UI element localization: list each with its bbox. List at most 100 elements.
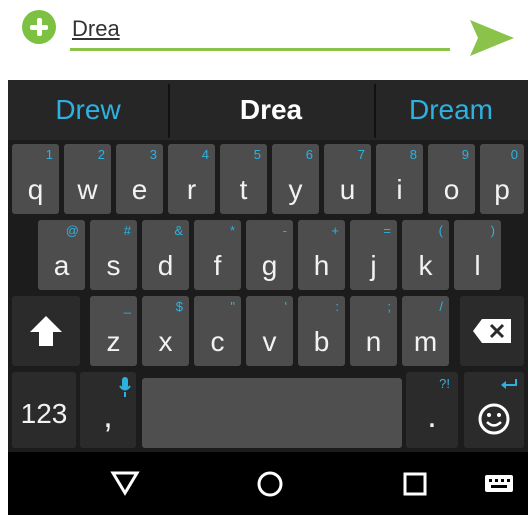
key-i[interactable]: 8i <box>376 144 423 214</box>
key-label: r <box>186 174 197 205</box>
key-label: l <box>474 250 481 281</box>
key-hint: @ <box>65 223 79 238</box>
key-hint: 5 <box>253 147 261 162</box>
key-hint: 6 <box>305 147 313 162</box>
message-text: Drea <box>72 16 120 41</box>
key-label: y <box>288 174 303 205</box>
key-label: k <box>418 250 433 281</box>
send-arrow-icon[interactable] <box>468 18 516 58</box>
backspace-icon <box>473 319 511 343</box>
soft-keyboard: Drew Drea Dream 1q 2w 3e 4r 5t 6y 7u 8i … <box>8 80 528 515</box>
key-label: c <box>210 326 225 357</box>
suggestion-right[interactable]: Dream <box>374 86 528 134</box>
key-r[interactable]: 4r <box>168 144 215 214</box>
key-label: q <box>27 174 44 205</box>
key-label: v <box>262 326 277 357</box>
key-h[interactable]: + h <box>298 220 345 290</box>
key-hint: 9 <box>461 147 469 162</box>
key-hint: 7 <box>357 147 365 162</box>
key-label: f <box>213 250 222 281</box>
key-p[interactable]: 0p <box>480 144 524 214</box>
key-g[interactable]: -g <box>246 220 293 290</box>
key-hint: " <box>230 299 235 314</box>
emoji-face-icon <box>478 403 510 435</box>
key-hint: ' <box>284 299 287 314</box>
key-o[interactable]: 9o <box>428 144 475 214</box>
key-u[interactable]: 7u <box>324 144 371 214</box>
key-hint: 0 <box>510 147 518 162</box>
key-e[interactable]: 3e <box>116 144 163 214</box>
key-hint: / <box>439 299 443 314</box>
key-s[interactable]: # s <box>90 220 137 290</box>
period-key[interactable]: ?! . <box>406 372 458 448</box>
space-bar[interactable] <box>142 378 402 448</box>
key-label: 123 <box>20 398 68 429</box>
key-hint: 8 <box>409 147 417 162</box>
keyboard-switch-icon[interactable] <box>484 474 514 496</box>
recents-square-icon[interactable] <box>402 472 428 496</box>
key-d[interactable]: & d <box>142 220 189 290</box>
key-label: d <box>157 250 174 281</box>
key-j[interactable]: = j <box>350 220 397 290</box>
shift-key[interactable] <box>12 296 80 366</box>
key-k[interactable]: (k <box>402 220 449 290</box>
key-label: t <box>239 174 248 205</box>
key-hint: = <box>383 223 391 238</box>
key-hint: : <box>335 299 339 314</box>
key-label: j <box>370 250 377 281</box>
key-hint: & <box>174 223 183 238</box>
key-hint: # <box>123 223 131 238</box>
key-label: h <box>313 250 330 281</box>
key-label: b <box>313 326 330 357</box>
compose-bar: Drea <box>0 0 532 76</box>
key-label: , <box>103 397 113 435</box>
key-label: g <box>261 250 278 281</box>
key-hint: 2 <box>97 147 105 162</box>
back-triangle-icon[interactable] <box>110 470 140 496</box>
microphone-icon <box>119 377 131 397</box>
key-hint: + <box>331 223 339 238</box>
key-b[interactable]: :b <box>298 296 345 366</box>
key-x[interactable]: $ x <box>142 296 189 366</box>
key-hint: ?! <box>439 376 450 391</box>
key-label: x <box>158 326 173 357</box>
key-label: s <box>106 250 121 281</box>
key-hint: ; <box>387 299 391 314</box>
suggestion-left[interactable]: Drew <box>8 86 168 134</box>
key-hint: ) <box>490 223 495 238</box>
key-l[interactable]: ) l <box>454 220 501 290</box>
suggestion-center[interactable]: Drea <box>168 86 374 134</box>
home-circle-icon[interactable] <box>256 470 284 498</box>
enter-arrow-icon <box>501 379 517 389</box>
key-label: m <box>413 326 438 357</box>
key-t[interactable]: 5t <box>220 144 267 214</box>
key-label: u <box>339 174 356 205</box>
key-f[interactable]: * f <box>194 220 241 290</box>
shift-arrow-icon <box>30 316 62 346</box>
key-c[interactable]: " c <box>194 296 241 366</box>
key-w[interactable]: 2w <box>64 144 111 214</box>
key-label: p <box>494 174 510 205</box>
key-a[interactable]: @ a <box>38 220 85 290</box>
delete-key[interactable] <box>460 296 524 366</box>
key-hint: ( <box>438 223 443 238</box>
key-v[interactable]: ' v <box>246 296 293 366</box>
plus-circle-icon[interactable] <box>22 10 56 44</box>
key-q[interactable]: 1q <box>12 144 59 214</box>
message-input[interactable]: Drea <box>70 10 450 51</box>
key-label: a <box>53 250 70 281</box>
comma-key[interactable]: , <box>80 372 136 448</box>
key-label: . <box>427 397 437 435</box>
emoji-key[interactable] <box>464 372 524 448</box>
key-n[interactable]: ; n <box>350 296 397 366</box>
key-label: w <box>77 174 98 205</box>
numbers-key[interactable]: 123 <box>12 372 76 448</box>
input-underline <box>70 48 450 51</box>
key-label: n <box>365 326 382 357</box>
key-z[interactable]: _ z <box>90 296 137 366</box>
key-label: i <box>396 174 403 205</box>
key-hint: - <box>282 223 287 238</box>
key-y[interactable]: 6y <box>272 144 319 214</box>
key-hint: $ <box>175 299 183 314</box>
key-m[interactable]: / m <box>402 296 449 366</box>
